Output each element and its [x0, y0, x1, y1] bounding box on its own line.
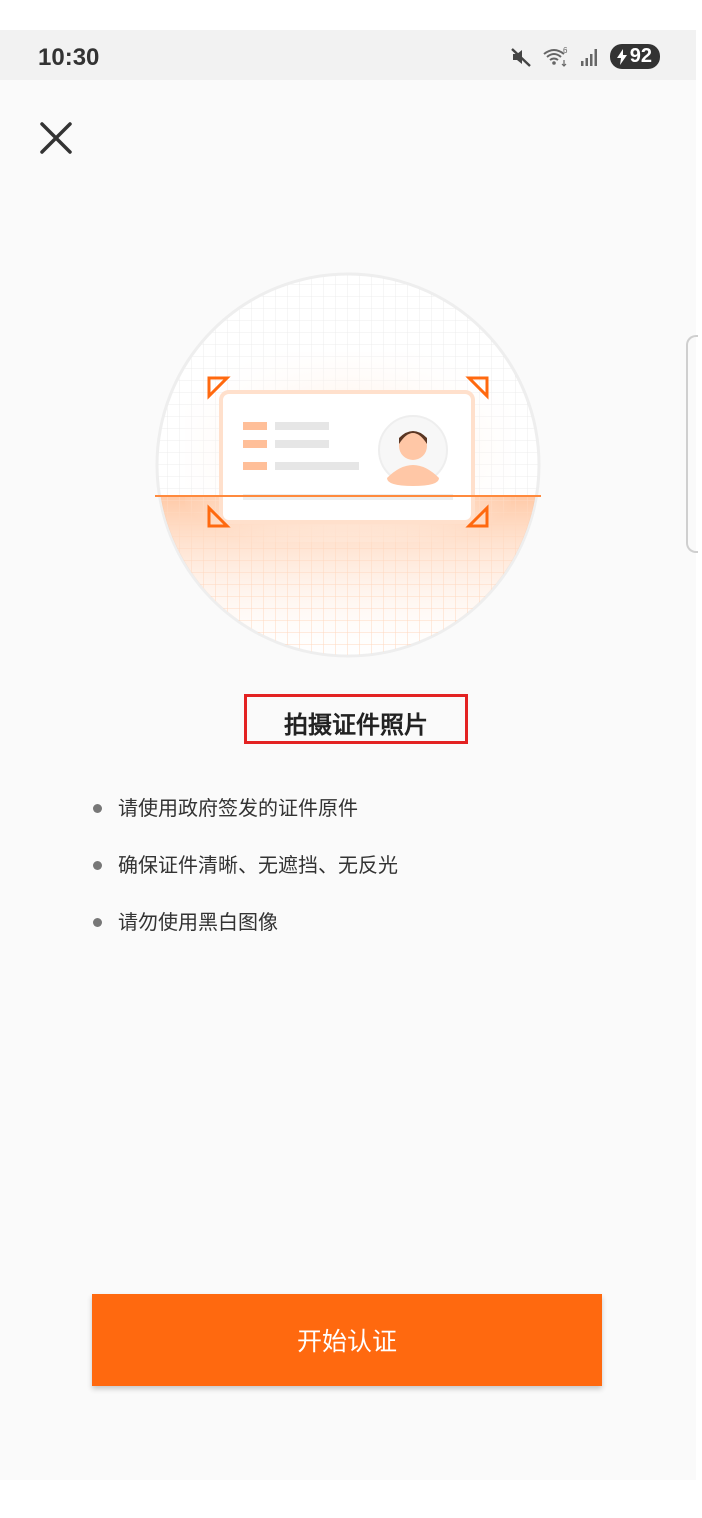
battery-indicator: 92	[609, 44, 660, 69]
start-verification-button[interactable]: 开始认证	[92, 1294, 602, 1386]
tip-text: 请使用政府签发的证件原件	[118, 796, 358, 820]
page-title: 拍摄证件照片	[284, 711, 428, 739]
signal-icon	[580, 48, 597, 66]
id-scan-illustration	[155, 272, 541, 658]
mute-icon	[510, 47, 531, 67]
bullet-icon	[93, 918, 102, 927]
tip-item: 请勿使用黑白图像	[88, 906, 398, 963]
tip-item: 确保证件清晰、无遮挡、无反光	[88, 849, 398, 906]
close-icon	[40, 122, 72, 154]
status-bar: 10:30 6 92	[0, 30, 696, 80]
bullet-icon	[93, 861, 102, 870]
title-highlight: 拍摄证件照片	[244, 694, 468, 744]
charging-icon	[616, 48, 627, 65]
avatar-icon	[378, 415, 448, 486]
bullet-icon	[93, 804, 102, 813]
tips-list: 请使用政府签发的证件原件 确保证件清晰、无遮挡、无反光 请勿使用黑白图像	[88, 792, 398, 963]
tip-text: 确保证件清晰、无遮挡、无反光	[118, 853, 398, 877]
battery-level: 92	[629, 45, 652, 67]
close-button[interactable]	[36, 118, 76, 158]
tip-text: 请勿使用黑白图像	[118, 910, 278, 934]
screen: 10:30 6 92 拍摄证件照片 请使用政府签发的证件原件 确保证件清晰、无遮…	[0, 30, 696, 1480]
id-card-icon	[219, 390, 475, 524]
tip-item: 请使用政府签发的证件原件	[88, 792, 398, 849]
status-time: 10:30	[38, 44, 100, 71]
svg-text:6: 6	[563, 46, 568, 55]
edge-panel-handle[interactable]	[686, 335, 698, 553]
wifi-icon: 6	[543, 46, 568, 67]
status-icons: 6 92	[510, 44, 660, 69]
